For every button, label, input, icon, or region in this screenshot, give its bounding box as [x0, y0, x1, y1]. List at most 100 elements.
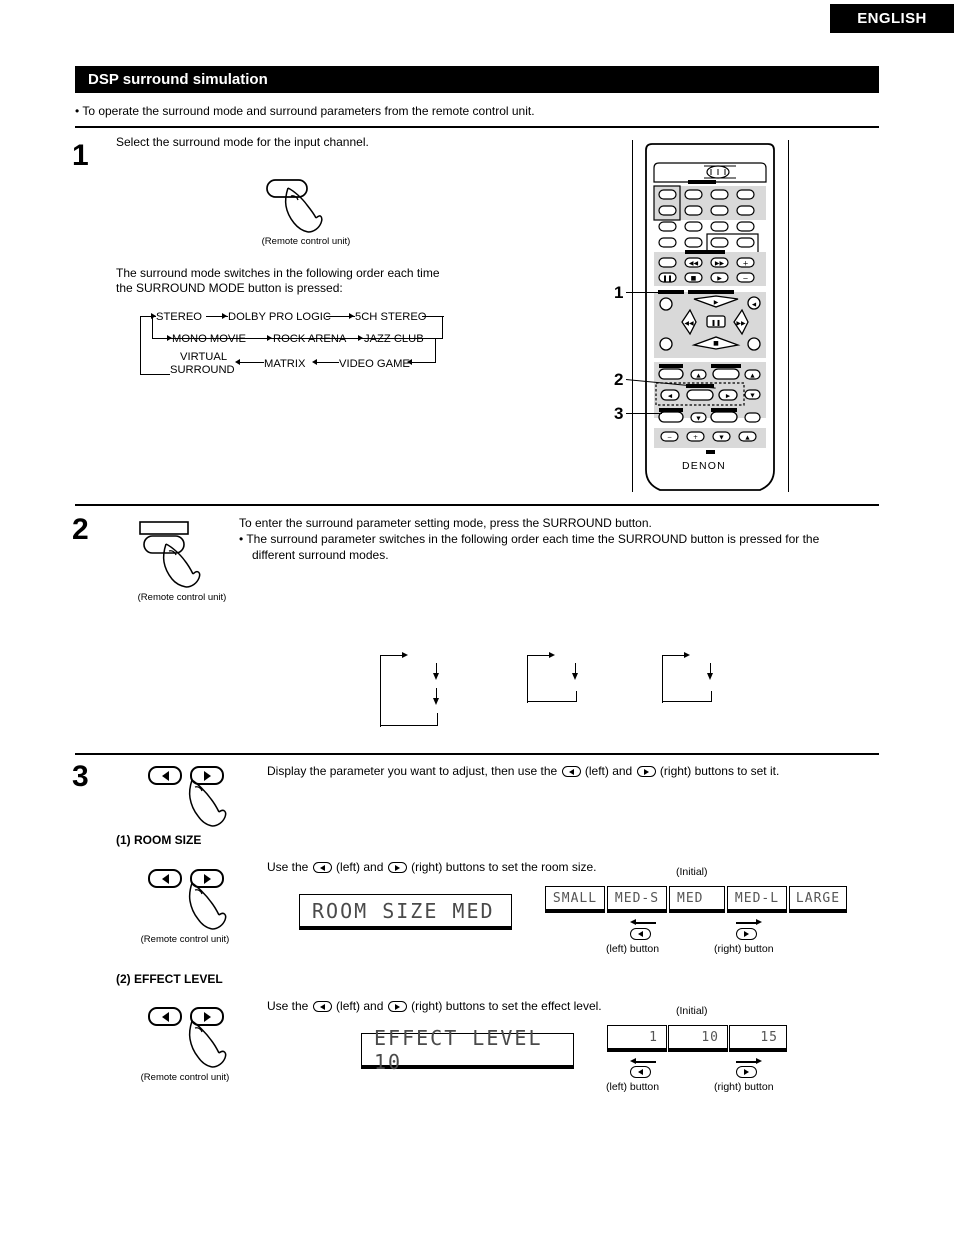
- hand-press-illustration-2: [139, 521, 201, 588]
- step-2-line3: different surround modes.: [252, 548, 389, 562]
- hand-press-illustration-5: [188, 1020, 227, 1068]
- param-1-use-pre: Use the: [267, 860, 309, 874]
- effect-level-option-10: 10: [668, 1025, 728, 1052]
- step-1-number: 1: [72, 139, 89, 172]
- right-arrow-inline-icon: [636, 766, 656, 778]
- parameter-loop-diagram-1: [380, 652, 440, 727]
- svg-text:▶: ▶: [717, 275, 722, 282]
- effect-level-display: EFFECT LEVEL 10: [361, 1026, 574, 1074]
- param-1-use-mid: (left) and: [336, 860, 384, 874]
- flow-node-matrix: MATRIX: [264, 358, 306, 370]
- flow-node-dolby-pro-logic: DOLBY PRO LOGIC: [228, 311, 331, 323]
- svg-text:◀◀: ◀◀: [684, 320, 694, 327]
- param-1-left-button-label: (left) button: [606, 943, 660, 955]
- room-size-option-small: SMALL: [545, 886, 605, 913]
- room-size-option-med: MED: [669, 886, 725, 913]
- param-2-use-mid: (left) and: [336, 999, 384, 1013]
- step-3-number: 3: [72, 760, 89, 793]
- step-1-remote-caption: (Remote control unit): [261, 236, 351, 247]
- param-1-right-arrow-indicator: [736, 918, 762, 928]
- svg-text:−: −: [743, 275, 749, 283]
- intro-bullet: • To operate the surround mode and surro…: [75, 104, 535, 118]
- effect-level-option-1: 1: [607, 1025, 667, 1052]
- left-triangle-icon: [161, 1011, 169, 1022]
- room-size-option-med-s: MED-S: [607, 886, 667, 913]
- room-size-option-large: LARGE: [789, 886, 847, 913]
- param-2-use-text: Use the (left) and (right) buttons to se…: [267, 998, 602, 1015]
- hand-press-illustration-1: [266, 179, 323, 233]
- step-3-instruction-post: (right) buttons to set it.: [659, 764, 780, 778]
- manual-page: ENGLISH DSP surround simulation • To ope…: [0, 0, 954, 1237]
- param-1-use-text: Use the (left) and (right) buttons to se…: [267, 859, 597, 876]
- left-triangle-icon: [161, 770, 169, 781]
- flow-node-5ch-stereo: 5CH STEREO: [355, 311, 427, 323]
- param-2-left-button-label: (left) button: [606, 1081, 660, 1093]
- svg-text:▶▶: ▶▶: [736, 320, 746, 327]
- right-triangle-icon: [744, 1069, 749, 1075]
- param-2-remote-caption: (Remote control unit): [140, 1072, 230, 1083]
- svg-text:▶▶: ▶▶: [715, 260, 725, 267]
- hand-press-illustration-3: [188, 779, 227, 827]
- param-1-left-arrow-indicator: [630, 918, 656, 928]
- param-2-right-mini-button[interactable]: [736, 1066, 757, 1078]
- svg-text:−: −: [667, 434, 672, 441]
- param-1-use-post: (right) buttons to set the room size.: [411, 860, 597, 874]
- step-3-instruction: Display the parameter you want to adjust…: [267, 763, 867, 780]
- remote-callout-2: 2: [614, 370, 624, 389]
- step-2-remote-caption: (Remote control unit): [137, 592, 227, 603]
- step-1-description-line2: the SURROUND MODE button is pressed:: [116, 281, 343, 295]
- callout-3-leader: [626, 413, 662, 415]
- flow-node-virtual-surround-line1: VIRTUAL: [180, 351, 228, 363]
- step-1-instruction: Select the surround mode for the input c…: [116, 135, 369, 149]
- svg-text:▶: ▶: [714, 299, 719, 306]
- left-triangle-icon: [638, 1069, 643, 1075]
- flow-node-video-game: VIDEO GAME: [339, 358, 410, 370]
- step-2-number: 2: [72, 513, 89, 546]
- param-2-label: (2) EFFECT LEVEL: [116, 972, 223, 986]
- section-title-bar: DSP surround simulation: [75, 66, 879, 93]
- hand-press-illustration-4: [188, 882, 227, 930]
- svg-text:■: ■: [691, 275, 697, 282]
- param-1-right-mini-button[interactable]: [736, 928, 757, 940]
- step-3-instruction-mid: (left) and: [584, 764, 633, 778]
- divider-step2: [75, 504, 879, 506]
- left-triangle-icon: [161, 873, 169, 884]
- param-1-initial-label: (Initial): [676, 866, 708, 878]
- room-size-option-med-l: MED-L: [727, 886, 787, 913]
- step-3-instruction-pre: Display the parameter you want to adjust…: [267, 764, 558, 778]
- surround-mode-flow-chart: STEREO DOLBY PRO LOGIC 5CH STEREO MONO M…: [136, 306, 456, 376]
- left-triangle-icon: [638, 931, 643, 937]
- param-2-use-post: (right) buttons to set the effect level.: [411, 999, 602, 1013]
- remote-body-svg: ◀◀ ▶▶ + ❚❚ ■ ▶ − ▶ ◀◀ ▶▶ ❚❚ ■ ◀ ▲ ▲ ◀ ▶ …: [645, 143, 775, 491]
- step-2-line1: To enter the surround parameter setting …: [239, 516, 652, 530]
- effect-level-option-15: 15: [729, 1025, 787, 1052]
- left-arrow-inline-icon: [312, 1001, 332, 1013]
- param-2-use-pre: Use the: [267, 999, 309, 1013]
- right-arrow-inline-icon: [387, 862, 407, 874]
- param-2-initial-label: (Initial): [676, 1005, 708, 1017]
- flow-node-stereo: STEREO: [156, 311, 203, 323]
- divider-top: [75, 126, 879, 128]
- right-triangle-icon: [744, 931, 749, 937]
- svg-text:+: +: [693, 434, 698, 441]
- param-1-label: (1) ROOM SIZE: [116, 833, 202, 847]
- param-2-left-mini-button[interactable]: [630, 1066, 651, 1078]
- param-1-right-button-label: (right) button: [714, 943, 774, 955]
- svg-text:+: +: [743, 260, 749, 268]
- language-tab: ENGLISH: [830, 4, 954, 33]
- remote-callout-1: 1: [614, 283, 624, 302]
- remote-control-illustration: ◀◀ ▶▶ + ❚❚ ■ ▶ − ▶ ◀◀ ▶▶ ❚❚ ■ ◀ ▲ ▲ ◀ ▶ …: [608, 140, 798, 492]
- param-1-remote-caption: (Remote control unit): [140, 934, 230, 945]
- remote-callout-3: 3: [614, 404, 624, 423]
- parameter-loop-diagram-3: [662, 652, 714, 703]
- param-2-right-button-label: (right) button: [714, 1081, 774, 1093]
- room-size-display: ROOM SIZE MED: [299, 894, 512, 930]
- param-1-left-mini-button[interactable]: [630, 928, 651, 940]
- svg-text:◀◀: ◀◀: [689, 260, 699, 267]
- right-arrow-inline-icon: [387, 1001, 407, 1013]
- step-2-line2: • The surround parameter switches in the…: [239, 532, 820, 546]
- divider-step3: [75, 753, 879, 755]
- flow-node-virtual-surround-line2: SURROUND: [170, 364, 235, 376]
- parameter-loop-diagram-2: [527, 652, 579, 703]
- left-arrow-inline-icon: [312, 862, 332, 874]
